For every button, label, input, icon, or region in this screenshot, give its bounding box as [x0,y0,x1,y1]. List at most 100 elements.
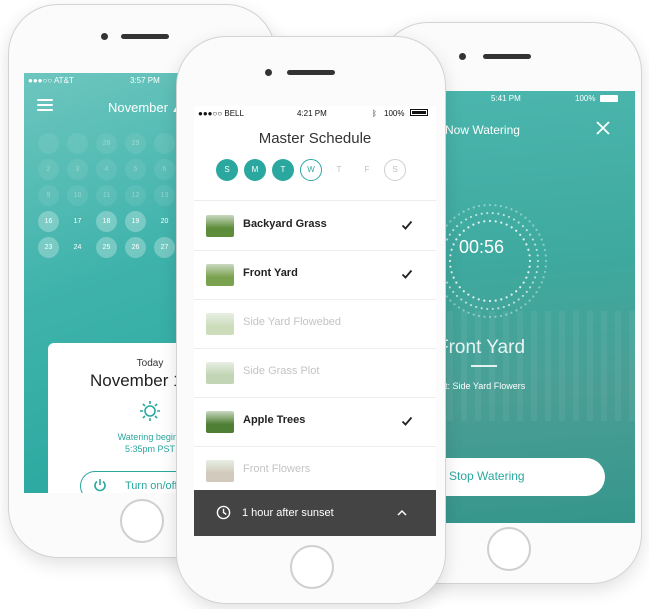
home-button[interactable] [120,499,164,543]
timer-ring [432,203,548,319]
calendar-day[interactable]: 5 [125,159,146,180]
status-bar: ●●●○○ BELL 4:21 PM ᛒ 100% [194,106,436,122]
timer-dot [497,212,500,215]
weekday-toggle[interactable]: T [328,159,350,181]
timer-dot [532,295,535,298]
calendar-day[interactable]: 25 [96,237,117,258]
calendar-day[interactable]: 12 [125,185,146,206]
calendar-day[interactable]: 2 [38,159,59,180]
timer-dot [540,281,543,284]
zone-row[interactable]: Backyard Grass [194,201,436,251]
calendar-day[interactable]: 6 [154,159,175,180]
calendar-day[interactable]: 19 [125,211,146,232]
timer-dot [488,219,492,223]
calendar-day[interactable]: 29 [125,133,146,154]
timer-dot [515,229,518,232]
weekday-toggle[interactable]: S [216,159,238,181]
timer-dot [531,238,534,241]
weekday-toggle[interactable]: T [272,159,294,181]
schedule-footer[interactable]: 1 hour after sunset [194,490,436,536]
chevron-up-icon[interactable] [397,509,407,516]
timer-dot [458,233,461,236]
battery-percent: 100% [384,109,405,118]
calendar-day[interactable]: 28 [96,133,117,154]
timer-dot [525,290,528,293]
timer-dot [512,218,516,221]
timer-dot [477,314,481,318]
zone-row[interactable]: Front Yard [194,250,436,300]
weekday-toggle[interactable]: F [356,159,378,181]
calendar-day[interactable]: 26 [125,237,146,258]
center-phone: ●●●○○ BELL 4:21 PM ᛒ 100% Master Schedul… [176,36,446,604]
timer-dot [494,204,497,207]
month-title[interactable]: November ▲ [108,100,180,115]
check-icon [401,220,413,230]
timer-dot [480,212,483,215]
timer-dot [510,311,513,314]
calendar-day[interactable] [154,133,175,154]
weekday-toggle[interactable]: W [300,159,322,181]
calendar-day[interactable]: 16 [38,211,59,232]
timer-dot [449,254,452,257]
timer-dot [543,248,547,252]
timer-dot [448,259,452,263]
calendar-day[interactable]: 3 [67,159,88,180]
timer-dot [515,210,518,213]
calendar-day[interactable]: 24 [67,237,88,258]
timer-dot [519,233,522,236]
schedule-time-label: 1 hour after sunset [242,507,334,519]
calendar-day[interactable] [67,133,88,154]
calendar-day[interactable]: 11 [96,185,117,206]
calendar-day[interactable]: 10 [67,185,88,206]
timer-dot [483,299,486,302]
timer-dot [457,306,460,309]
timer-dot [446,238,449,241]
stop-watering-label: Stop Watering [449,469,525,483]
zone-row[interactable]: Front Flowers [194,446,436,496]
timer-dot [543,270,547,274]
calendar-day[interactable]: 18 [96,211,117,232]
timer-dot [462,229,465,232]
timer-dot [542,276,545,279]
timer-dot [453,303,456,306]
clock-icon [216,505,231,520]
timer-dot [483,220,486,223]
weekday-toggle[interactable]: M [244,159,266,181]
zone-name: Side Grass Plot [243,365,320,377]
front-camera [101,33,108,40]
timer-dot [483,315,486,318]
timer-dot [452,243,455,246]
calendar-day[interactable]: 13 [154,185,175,206]
menu-icon[interactable] [37,99,53,111]
battery-percent: 100% [575,94,596,103]
timer-dot [452,276,455,279]
zone-row[interactable]: Apple Trees [194,397,436,447]
master-schedule-screen: ●●●○○ BELL 4:21 PM ᛒ 100% Master Schedul… [194,106,436,536]
home-button[interactable] [290,545,334,589]
zone-row[interactable]: Side Yard Flowebed [194,299,436,349]
calendar-day[interactable]: 17 [67,211,88,232]
calendar-day[interactable]: 27 [154,237,175,258]
timer-dot [519,286,522,289]
timer-dot [517,221,520,224]
calendar-day[interactable]: 20 [154,211,175,232]
close-icon[interactable] [595,120,611,136]
timer-dot [494,220,497,223]
timer-dot [525,276,528,279]
timer-dot [455,294,459,298]
timer-dot [486,307,489,311]
calendar-day[interactable]: 23 [38,237,59,258]
calendar-day[interactable]: 4 [96,159,117,180]
zone-thumbnail [206,411,234,433]
calendar-day[interactable] [38,133,59,154]
weekday-toggle[interactable]: S [384,159,406,181]
zone-row[interactable]: Side Grass Plot [194,348,436,398]
home-button[interactable] [487,527,531,571]
timer-dot [527,271,530,274]
front-camera [265,69,272,76]
timer-dot [449,265,452,268]
screen-title: Now Watering [445,123,520,137]
calendar-day[interactable]: 9 [38,185,59,206]
front-camera [459,53,466,60]
earpiece-speaker [483,54,531,59]
